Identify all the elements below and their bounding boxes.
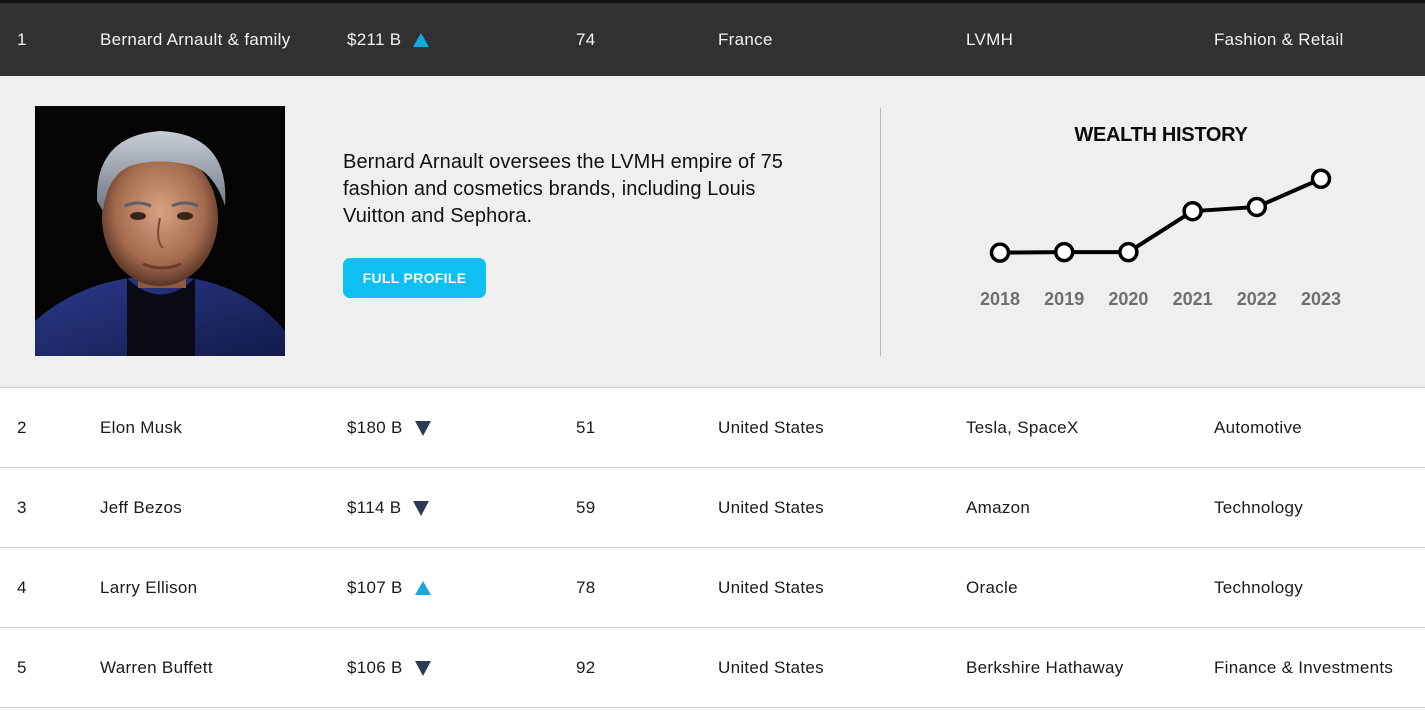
billionaire-name: Bernard Arnault & family (100, 29, 291, 49)
net-worth-value: $106 B (347, 658, 403, 677)
age: 59 (576, 498, 596, 517)
divider (880, 108, 881, 356)
source: Berkshire Hathaway (966, 658, 1124, 677)
rank: 2 (17, 418, 27, 437)
billionaire-name: Elon Musk (100, 418, 183, 437)
rank: 4 (17, 578, 27, 597)
trend-down-triangle-icon (414, 420, 431, 436)
billionaire-name: Warren Buffett (100, 658, 213, 677)
trend-down-triangle-icon (414, 660, 431, 676)
x-tick-label: 2023 (1301, 289, 1341, 309)
wealth-history-title: WEALTH HISTORY (1074, 124, 1248, 146)
industry: Automotive (1214, 418, 1303, 437)
net-worth-value: $180 B (347, 418, 403, 437)
table-row-1[interactable]: 1 Bernard Arnault & family $211 B 74 Fra… (0, 0, 1425, 76)
country: United States (718, 418, 824, 437)
industry: Fashion & Retail (1214, 29, 1344, 49)
source: Tesla, SpaceX (966, 418, 1079, 437)
source: Amazon (966, 498, 1031, 517)
data-point-2021 (1182, 200, 1203, 222)
net-worth-value: $114 B (347, 498, 402, 517)
data-point-2023 (1310, 168, 1332, 190)
age: 74 (576, 29, 596, 49)
wealth-series-line (999, 176, 1322, 255)
source: LVMH (966, 29, 1014, 49)
x-tick-label: 2020 (1108, 289, 1148, 309)
industry: Finance & Investments (1214, 658, 1394, 677)
table-row-3[interactable]: 3 Jeff Bezos $114 B 59 United States Ama… (0, 468, 1425, 548)
data-point-2018 (989, 242, 1011, 263)
wealth-history-chart: 2018 2019 2020 2021 2022 2023 (980, 168, 1341, 309)
x-tick-label: 2022 (1237, 289, 1277, 309)
net-worth-value: $107 B (347, 578, 403, 597)
net-worth: $107 B (347, 548, 431, 628)
industry: Technology (1214, 578, 1304, 597)
country: United States (718, 498, 824, 517)
data-point-2022 (1246, 196, 1268, 218)
portrait-image (35, 106, 285, 356)
data-point-2020 (1118, 241, 1139, 263)
net-worth: $114 B (347, 468, 430, 548)
country: France (718, 29, 773, 49)
data-point-2019 (1053, 241, 1075, 263)
net-worth: $106 B (347, 628, 431, 708)
portrait-illustration (35, 106, 285, 356)
table-row-5[interactable]: 5 Warren Buffett $106 B 92 United States… (0, 628, 1425, 708)
rank: 1 (17, 29, 27, 49)
source: Oracle (966, 578, 1018, 597)
billionaire-name: Larry Ellison (100, 578, 198, 597)
net-worth: $180 B (347, 388, 431, 468)
country: United States (718, 578, 824, 597)
bio-text: Bernard Arnault oversees the LVMH empire… (343, 151, 784, 227)
full-profile-button[interactable]: FULL PROFILE (343, 258, 486, 298)
detail-panel: Bernard Arnault oversees the LVMH empire… (0, 76, 1425, 388)
billionaire-name: Jeff Bezos (100, 498, 183, 517)
net-worth-value: $211 B (347, 29, 402, 49)
x-tick-label: 2021 (1173, 289, 1213, 309)
rank: 5 (17, 658, 27, 677)
table-row-2[interactable]: 2 Elon Musk $180 B 51 United States Tesl… (0, 388, 1425, 468)
trend-up-triangle-icon (414, 581, 431, 595)
country: United States (718, 658, 824, 677)
age: 51 (576, 418, 596, 437)
trend-up-triangle-icon (413, 32, 430, 47)
industry: Technology (1214, 498, 1304, 517)
trend-down-triangle-icon (413, 500, 430, 516)
rank: 3 (17, 498, 27, 517)
table-row-4[interactable]: 4 Larry Ellison $107 B 78 United States … (0, 548, 1425, 628)
x-tick-label: 2018 (980, 289, 1020, 309)
x-tick-label: 2019 (1044, 289, 1084, 309)
net-worth: $211 B (347, 3, 430, 76)
age: 78 (576, 578, 596, 597)
age: 92 (576, 658, 596, 677)
